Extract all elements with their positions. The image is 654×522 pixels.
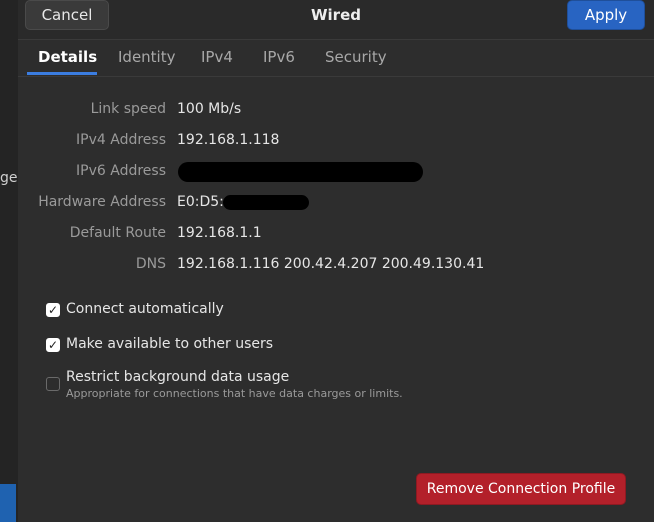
header-bar: Cancel Wired Apply (18, 0, 654, 40)
checkmark-icon: ✓ (47, 303, 59, 317)
connect-automatically-checkbox[interactable]: ✓ (46, 303, 60, 317)
tab-bar: Details Identity IPv4 IPv6 Security (18, 40, 654, 77)
active-tab-indicator (27, 72, 97, 75)
ipv4-address-value: 192.168.1.118 (177, 132, 280, 148)
hardware-address-value: E0:D5: (177, 194, 224, 210)
ipv4-address-label: IPv4 Address (76, 132, 166, 148)
available-to-other-users-checkbox[interactable]: ✓ (46, 338, 60, 352)
tab-identity[interactable]: Identity (118, 48, 176, 66)
wired-settings-dialog: Cancel Wired Apply Details Identity IPv4… (18, 0, 654, 522)
apply-button[interactable]: Apply (567, 0, 645, 30)
ipv6-address-label: IPv6 Address (76, 163, 166, 179)
background-window-text: ge (0, 170, 18, 186)
dialog-title: Wired (311, 6, 361, 24)
restrict-background-data-label: Restrict background data usage (66, 369, 290, 385)
default-route-label: Default Route (69, 225, 166, 241)
default-route-value: 192.168.1.1 (177, 225, 262, 241)
background-window-button (0, 484, 16, 522)
tab-ipv6[interactable]: IPv6 (263, 48, 295, 66)
tab-ipv4[interactable]: IPv4 (201, 48, 233, 66)
remove-connection-profile-button[interactable]: Remove Connection Profile (416, 473, 626, 505)
restrict-background-data-option[interactable]: Restrict background data usage Appropria… (46, 369, 403, 400)
dns-label: DNS (135, 256, 166, 272)
tab-security[interactable]: Security (325, 48, 387, 66)
restrict-background-data-description: Appropriate for connections that have da… (66, 387, 403, 400)
background-window (0, 0, 18, 522)
dns-value: 192.168.1.116 200.42.4.207 200.49.130.41 (177, 256, 485, 272)
connect-automatically-label: Connect automatically (66, 301, 224, 317)
link-speed-label: Link speed (90, 101, 166, 117)
restrict-background-data-checkbox[interactable] (46, 377, 60, 391)
link-speed-value: 100 Mb/s (177, 101, 242, 117)
available-to-other-users-option[interactable]: ✓ Make available to other users (46, 336, 273, 352)
available-to-other-users-label: Make available to other users (66, 336, 274, 352)
hardware-address-redaction (223, 195, 309, 210)
ipv6-redaction (178, 162, 423, 182)
connect-automatically-option[interactable]: ✓ Connect automatically (46, 301, 224, 317)
checkmark-icon: ✓ (47, 338, 59, 352)
tab-details[interactable]: Details (38, 48, 97, 66)
hardware-address-label: Hardware Address (38, 194, 166, 210)
